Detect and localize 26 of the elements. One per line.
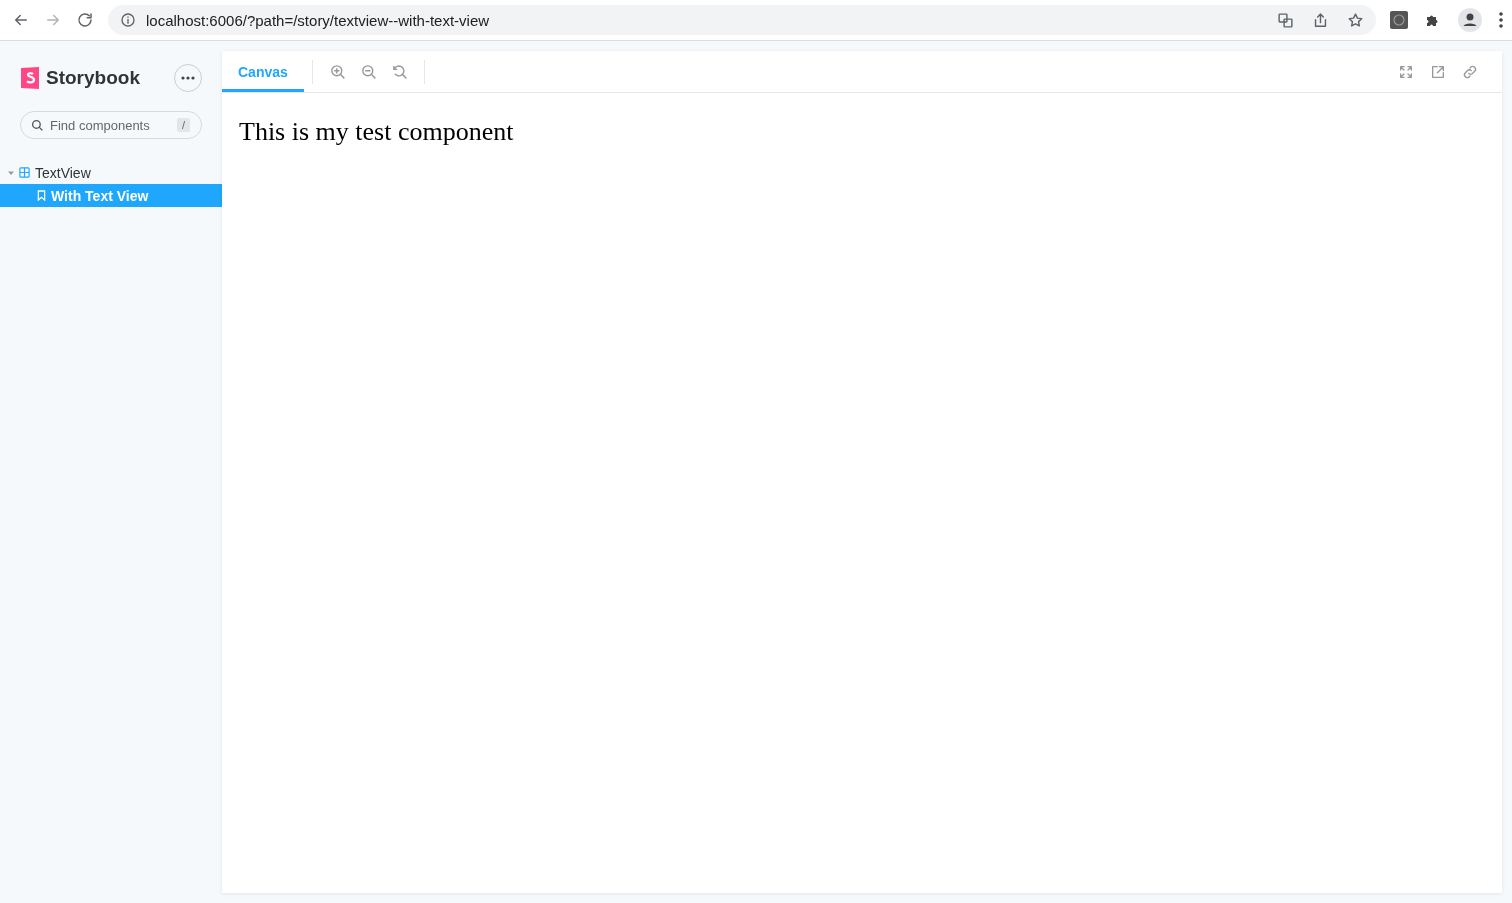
extension-icon[interactable] bbox=[1390, 11, 1408, 29]
shortcut-key: / bbox=[176, 118, 190, 132]
profile-avatar-icon[interactable] bbox=[1458, 8, 1482, 32]
ellipsis-icon bbox=[181, 76, 195, 80]
zoom-in-icon[interactable] bbox=[328, 63, 346, 80]
translate-icon[interactable] bbox=[1277, 11, 1294, 29]
url-text: localhost:6006/?path=/story/textview--with-text-view bbox=[146, 11, 490, 29]
component-text: This is my test component bbox=[239, 117, 515, 147]
tree-item[interactable]: TextView bbox=[0, 161, 222, 184]
bookmark-icon bbox=[37, 190, 46, 201]
link-icon[interactable] bbox=[1462, 63, 1478, 80]
address-bar[interactable]: localhost:6006/?path=/story/textview--with-text-view bbox=[108, 5, 1376, 35]
reset-zoom-icon[interactable] bbox=[390, 63, 408, 80]
reload-icon[interactable] bbox=[76, 11, 94, 29]
zoom-out-icon[interactable] bbox=[359, 63, 377, 80]
storybook-logo-icon bbox=[20, 67, 40, 89]
caret-icon[interactable] bbox=[8, 169, 14, 176]
share-icon[interactable] bbox=[1312, 11, 1329, 29]
info-icon[interactable] bbox=[120, 12, 136, 28]
search-icon bbox=[31, 119, 44, 132]
fullscreen-icon[interactable] bbox=[1398, 63, 1414, 80]
menu-icon[interactable] bbox=[1498, 11, 1504, 29]
brand-title: Storybook bbox=[46, 67, 141, 89]
grid-icon bbox=[19, 167, 30, 178]
star-icon[interactable] bbox=[1347, 11, 1364, 29]
new-tab-icon[interactable] bbox=[1430, 63, 1446, 80]
